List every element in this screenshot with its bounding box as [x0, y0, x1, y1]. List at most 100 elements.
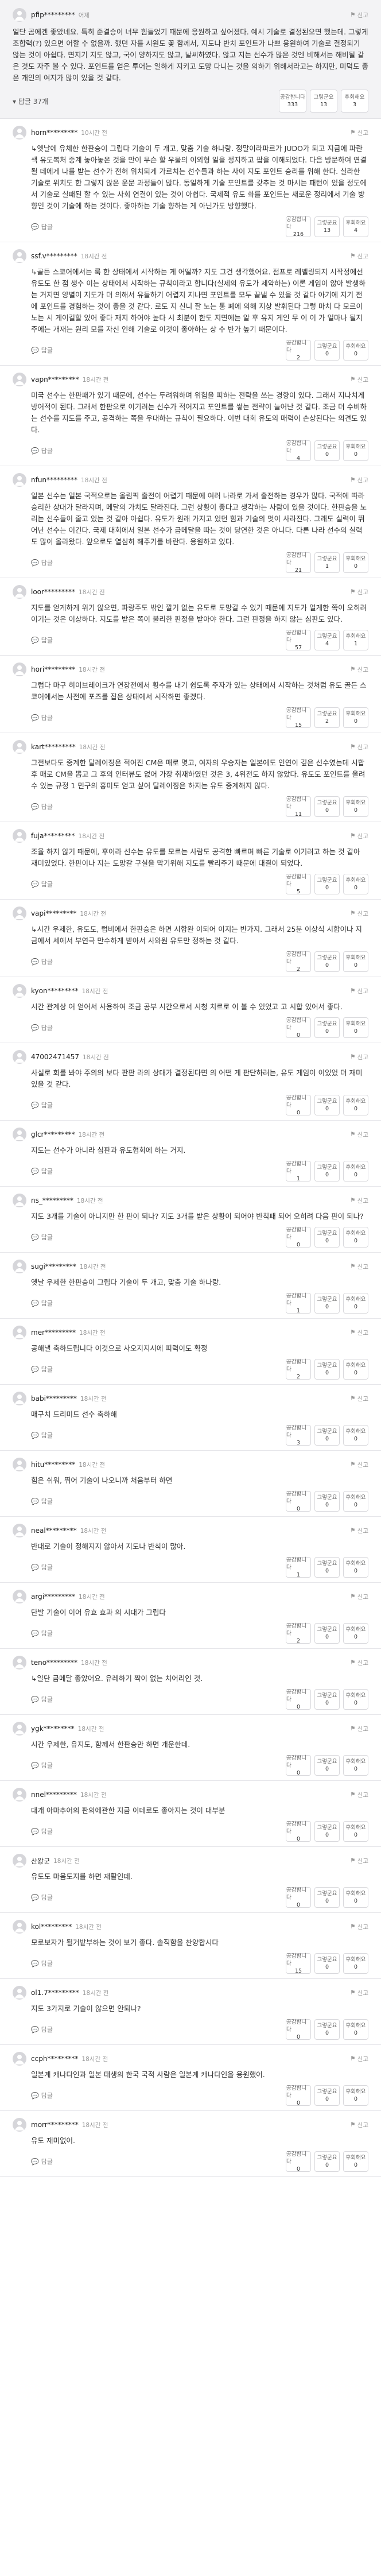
report-button[interactable]: ⚑ 신고 [350, 1328, 368, 1337]
agree-button[interactable]: 그렇군요 0 [314, 951, 340, 972]
regret-button[interactable]: 후회해요 0 [343, 2019, 368, 2040]
agree-button[interactable]: 그렇군요 0 [314, 874, 340, 894]
comment-username[interactable]: kyon********* [31, 987, 79, 995]
reply-button[interactable]: 💬 답글 [13, 2025, 53, 2034]
reply-button[interactable]: 💬 답글 [13, 1761, 53, 1770]
agree-button[interactable]: 그렇군요 0 [314, 1359, 340, 1380]
regret-button[interactable]: 후회해요 0 [343, 552, 368, 573]
comment-username[interactable]: loor********* [31, 588, 75, 596]
report-button[interactable]: ⚑ 신고 [350, 11, 368, 20]
regret-button[interactable]: 후회해요 0 [343, 707, 368, 728]
comment-username[interactable]: teno********* [31, 1659, 77, 1667]
comment-username[interactable]: ol1.7********* [31, 1989, 79, 1997]
reply-toggle[interactable]: ▾ 답글 37개 [13, 96, 48, 106]
empathy-button[interactable]: 공감합니다 0 [286, 1821, 311, 1842]
reply-button[interactable]: 💬 답글 [13, 636, 53, 645]
regret-button[interactable]: 후회해요 0 [343, 2085, 368, 2106]
agree-button[interactable]: 그렇군요 0 [314, 1017, 340, 1038]
agree-button[interactable]: 그렇군요 4 [314, 630, 340, 650]
comment-username[interactable]: neal********* [31, 1527, 77, 1535]
report-button[interactable]: ⚑ 신고 [350, 1394, 368, 1403]
agree-button[interactable]: 그렇군요 0 [314, 1425, 340, 1446]
comment-username[interactable]: morr********* [31, 2121, 79, 2129]
report-button[interactable]: ⚑ 신고 [350, 743, 368, 752]
reply-button[interactable]: 💬 답글 [13, 1827, 53, 1836]
comment-username[interactable]: sugi********* [31, 1262, 76, 1270]
comment-username[interactable]: 47002471457 [31, 1053, 79, 1061]
comment-username[interactable]: 산왕군 [31, 1856, 50, 1866]
reply-button[interactable]: 💬 답글 [13, 880, 53, 889]
reply-button[interactable]: 💬 답글 [13, 957, 53, 966]
agree-button[interactable]: 그렇군요 0 [314, 1755, 340, 1776]
empathy-button[interactable]: 공감합니다 2 [286, 340, 311, 361]
regret-button[interactable]: 후회해요 0 [343, 1689, 368, 1710]
empathy-button[interactable]: 공감합니다 0 [286, 1491, 311, 1512]
regret-button[interactable]: 후회해요 0 [343, 1755, 368, 1776]
empathy-button[interactable]: 공감합니다 5 [286, 874, 311, 895]
empathy-button[interactable]: 공감합니다 0 [286, 1689, 311, 1710]
report-button[interactable]: ⚑ 신고 [350, 2055, 368, 2063]
empathy-button[interactable]: 공감합니다 2 [286, 951, 311, 973]
comment-username[interactable]: ccph********* [31, 2055, 78, 2063]
agree-button[interactable]: 그렇군요 0 [314, 2019, 340, 2040]
post-username[interactable]: pfip********* [31, 11, 75, 19]
agree-button[interactable]: 그렇군요 13 [310, 90, 337, 113]
reply-button[interactable]: 💬 답글 [13, 1497, 53, 1506]
report-button[interactable]: ⚑ 신고 [350, 1527, 368, 1535]
regret-button[interactable]: 후회해요 0 [343, 1623, 368, 1644]
comment-username[interactable]: vapn********* [31, 375, 79, 384]
agree-button[interactable]: 그렇군요 2 [314, 707, 340, 728]
reply-button[interactable]: 💬 답글 [13, 1959, 53, 1968]
regret-button[interactable]: 후회해요 0 [343, 1425, 368, 1446]
comment-username[interactable]: mer********* [31, 1328, 76, 1337]
regret-button[interactable]: 후회해요 0 [343, 1887, 368, 1908]
agree-button[interactable]: 그렇군요 0 [314, 1557, 340, 1578]
regret-button[interactable]: 후회해요 0 [343, 796, 368, 817]
empathy-button[interactable]: 공감합니다 0 [286, 1095, 311, 1116]
comment-username[interactable]: ssf.v********* [31, 252, 77, 260]
agree-button[interactable]: 그렇군요 0 [314, 1887, 340, 1908]
report-button[interactable]: ⚑ 신고 [350, 252, 368, 261]
report-button[interactable]: ⚑ 신고 [350, 832, 368, 840]
comment-username[interactable]: argi********* [31, 1593, 75, 1601]
regret-button[interactable]: 후회해요 1 [343, 630, 368, 650]
comment-username[interactable]: ns_********* [31, 1196, 73, 1204]
report-button[interactable]: ⚑ 신고 [350, 1857, 368, 1865]
reply-button[interactable]: 💬 답글 [13, 2091, 53, 2100]
comment-username[interactable]: ygk********* [31, 1725, 75, 1733]
reply-button[interactable]: 💬 답글 [13, 1233, 53, 1242]
comment-username[interactable]: nfun********* [31, 476, 77, 484]
report-button[interactable]: ⚑ 신고 [350, 1053, 368, 1062]
report-button[interactable]: ⚑ 신고 [350, 909, 368, 918]
regret-button[interactable]: 후회해요 0 [343, 1161, 368, 1182]
report-button[interactable]: ⚑ 신고 [350, 588, 368, 596]
empathy-button[interactable]: 공감합니다 15 [286, 707, 311, 729]
agree-button[interactable]: 그렇군요 0 [314, 1491, 340, 1512]
reply-button[interactable]: 💬 답글 [13, 1023, 53, 1032]
report-button[interactable]: ⚑ 신고 [350, 129, 368, 137]
regret-button[interactable]: 후회해요 0 [343, 1953, 368, 1974]
regret-button[interactable]: 후회해요 0 [343, 2151, 368, 2172]
reply-button[interactable]: 💬 답글 [13, 713, 53, 722]
regret-button[interactable]: 후회해요 0 [343, 440, 368, 461]
report-button[interactable]: ⚑ 신고 [350, 1593, 368, 1601]
agree-button[interactable]: 그렇군요 0 [314, 340, 340, 361]
regret-button[interactable]: 후회해요 3 [341, 90, 368, 113]
report-button[interactable]: ⚑ 신고 [350, 375, 368, 384]
agree-button[interactable]: 그렇군요 0 [314, 1953, 340, 1974]
agree-button[interactable]: 그렇군요 0 [314, 1293, 340, 1314]
comment-username[interactable]: nnel********* [31, 1791, 77, 1799]
reply-button[interactable]: 💬 답글 [13, 346, 53, 355]
reply-button[interactable]: 💬 답글 [13, 1365, 53, 1374]
report-button[interactable]: ⚑ 신고 [350, 476, 368, 485]
agree-button[interactable]: 그렇군요 1 [314, 552, 340, 573]
agree-button[interactable]: 그렇군요 0 [314, 1161, 340, 1182]
regret-button[interactable]: 후회해요 0 [343, 1017, 368, 1038]
report-button[interactable]: ⚑ 신고 [350, 1725, 368, 1733]
reply-button[interactable]: 💬 답글 [13, 802, 53, 811]
comment-username[interactable]: vapi********* [31, 909, 76, 917]
agree-button[interactable]: 그렇군요 0 [314, 1689, 340, 1710]
regret-button[interactable]: 후회해요 0 [343, 951, 368, 972]
regret-button[interactable]: 후회해요 0 [343, 1293, 368, 1314]
empathy-button[interactable]: 공감합니다 0 [286, 1017, 311, 1039]
